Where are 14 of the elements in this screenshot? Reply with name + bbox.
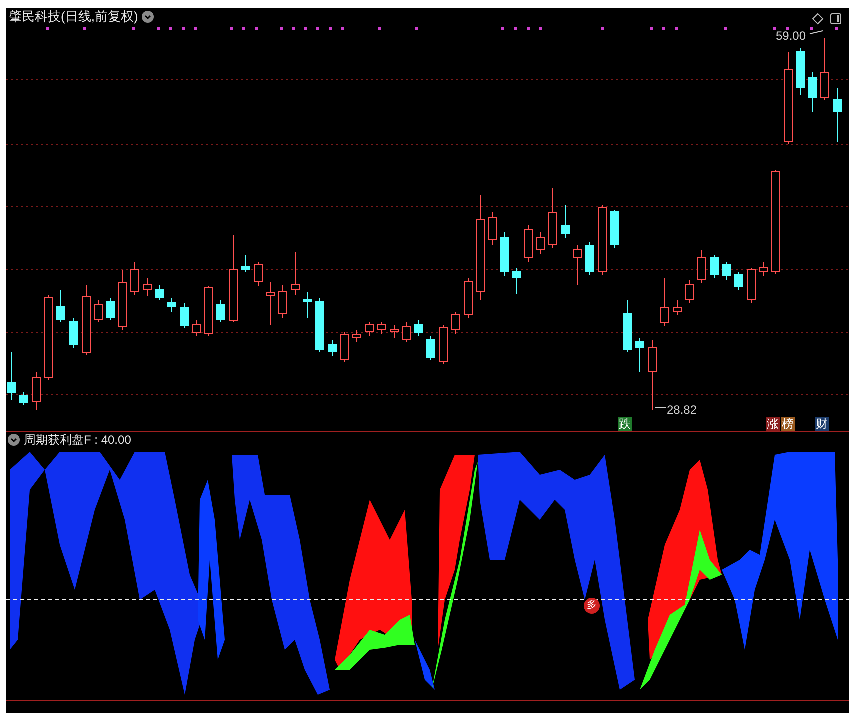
diamond-icon[interactable]: [812, 13, 824, 25]
signal-tag: 财: [815, 417, 829, 431]
signal-tag: 跌: [618, 417, 632, 431]
dropdown-icon[interactable]: [142, 10, 154, 22]
signal-marker: 多: [584, 598, 600, 614]
dropdown-icon[interactable]: [8, 434, 20, 446]
leader-line: [810, 30, 824, 34]
low-price-label: 28.82: [667, 404, 698, 416]
signal-tag: 涨: [766, 417, 780, 431]
signal-tag: 榜: [781, 417, 795, 431]
indicator-title: 周期获利盘F : 40.00: [24, 434, 132, 446]
high-price-label: 59.00: [776, 30, 806, 42]
chart-title: 肇民科技(日线,前复权): [9, 10, 138, 23]
panel-toggle-icon[interactable]: [830, 13, 842, 25]
